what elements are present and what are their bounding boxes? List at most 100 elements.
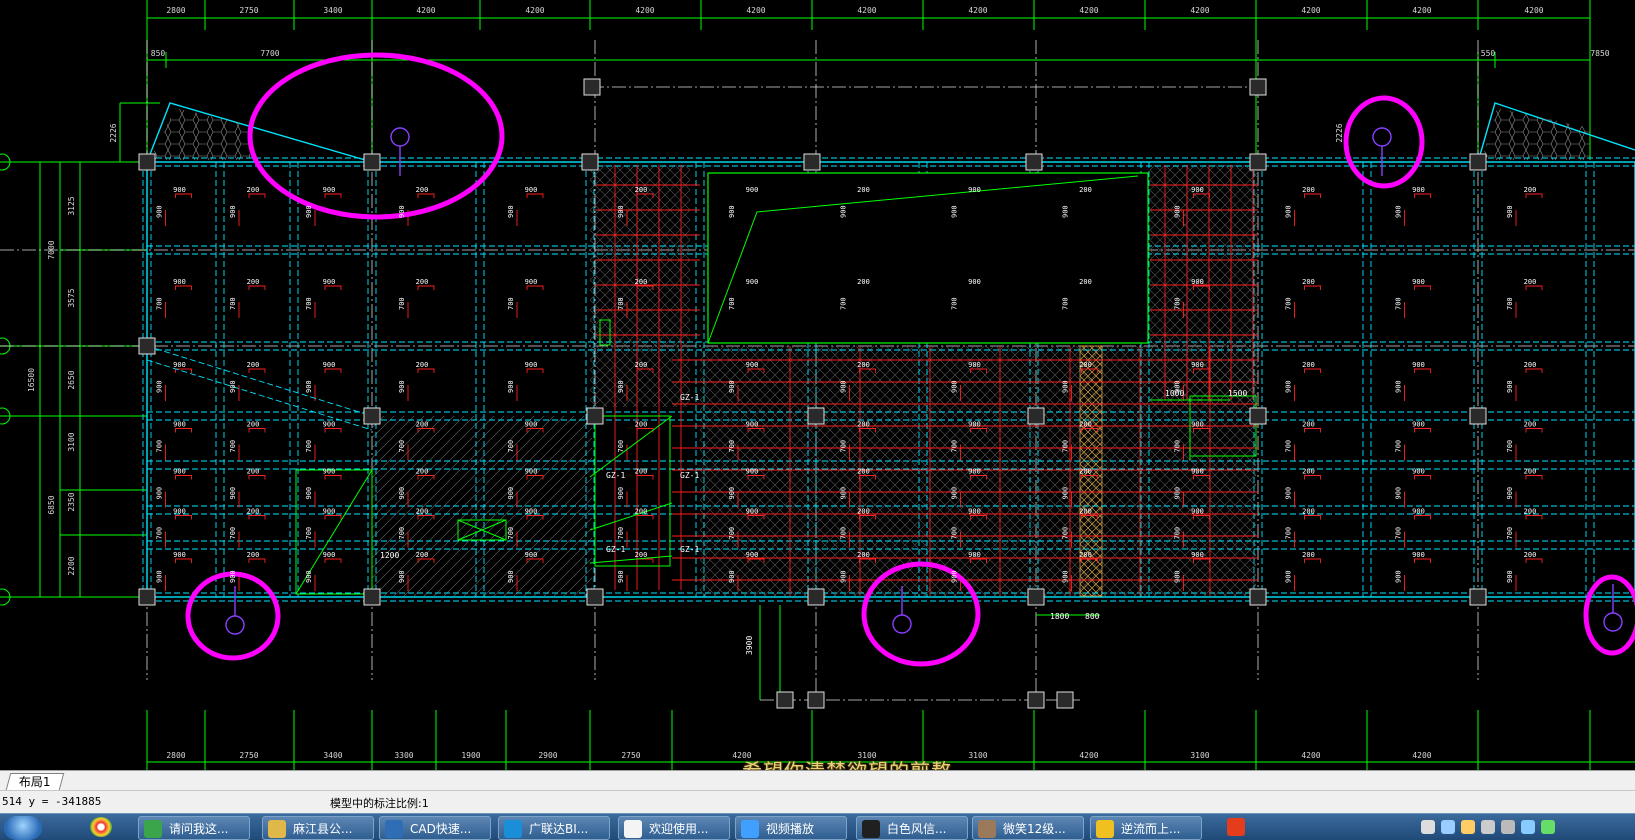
power-icon[interactable] (1541, 820, 1555, 834)
taskbar-item-7[interactable]: 微笑12级... (972, 816, 1084, 840)
hatch-hex-right (1482, 108, 1590, 160)
bottom-dim-0: 2800 (166, 751, 185, 760)
beam-label-v: 700 (617, 440, 625, 453)
bottom-dim-6: 2750 (621, 751, 640, 760)
label-gz1-b: GZ-1 (606, 471, 625, 480)
beam-label-v: 900 (1395, 570, 1403, 583)
beam-label-v: 700 (1285, 297, 1293, 310)
beam-label-v: 700 (728, 297, 736, 310)
beam-label-v: 900 (840, 570, 848, 583)
floor-plan-drawing[interactable]: 2800 2750 3400 4200 4200 4200 4200 4200 4200 4200… (0, 0, 1635, 770)
sogou-icon[interactable] (1227, 818, 1245, 836)
beam-label-v: 700 (1174, 297, 1182, 310)
beam-label-h: 200 (1302, 508, 1315, 516)
beam-label-v: 700 (840, 527, 848, 540)
left-dim-3: 3100 (67, 432, 76, 451)
left-small-dim-0: 2226 (109, 123, 118, 142)
beam-label-v: 700 (1506, 440, 1514, 453)
beam-label-v: 700 (1062, 527, 1070, 540)
top-dim-10: 4200 (1190, 6, 1209, 15)
taskbar-item-label: 视频播放 (766, 822, 815, 836)
beam-label-h: 900 (968, 508, 981, 516)
beam-label-h: 900 (1412, 186, 1425, 194)
taskbar-item-5[interactable]: 视频播放 (735, 816, 847, 840)
beam-label-v: 700 (305, 440, 313, 453)
column-0 (138, 153, 156, 171)
top-dimension-text: 2800 2750 3400 4200 4200 4200 4200 4200 4200 4200… (151, 6, 1610, 58)
taskbar-item-0[interactable]: 请问我这... (138, 816, 250, 840)
beam-label-v: 900 (1174, 205, 1182, 218)
start-button[interactable] (4, 816, 42, 840)
cloud-icon[interactable] (1421, 820, 1435, 834)
beam-label-h: 200 (1524, 508, 1537, 516)
column-5 (1249, 153, 1267, 171)
beam-label-h: 200 (857, 508, 870, 516)
beam-label-v: 700 (398, 440, 406, 453)
beam-label-v: 900 (728, 487, 736, 500)
taskbar-item-1[interactable]: 麻江县公... (262, 816, 374, 840)
beam-label-h: 900 (1191, 508, 1204, 516)
beam-label-h: 900 (525, 421, 538, 429)
volume-icon[interactable] (1461, 820, 1475, 834)
beam-label-h: 900 (525, 551, 538, 559)
chrome-icon[interactable] (90, 817, 112, 837)
security-icon[interactable] (1521, 820, 1535, 834)
app-icon (624, 820, 642, 838)
top-sub-dim-3: 7850 (1590, 49, 1609, 58)
taskbar-item-4[interactable]: 欢迎使用... (618, 816, 730, 840)
taskbar-item-6[interactable]: 白色风信... (856, 816, 968, 840)
taskbar-item-label: 欢迎使用... (649, 822, 709, 836)
taskbar-item-label: 麻江县公... (293, 822, 353, 836)
beam-label-h: 200 (416, 361, 429, 369)
beam-label-v: 700 (1395, 297, 1403, 310)
network-icon[interactable] (1441, 820, 1455, 834)
bottom-dim-12: 4200 (1301, 751, 1320, 760)
sun-icon[interactable] (1481, 820, 1495, 834)
beam-label-v: 700 (617, 297, 625, 310)
beam-label-h: 200 (1524, 421, 1537, 429)
tab-layout1[interactable]: 布局1 (5, 773, 64, 790)
taskbar-item-3[interactable]: 广联达BI... (498, 816, 610, 840)
top-sub-dim-1: 7700 (260, 49, 279, 58)
beam-label-v: 900 (1062, 205, 1070, 218)
beam-label-v: 900 (229, 570, 237, 583)
beam-label-h: 900 (525, 186, 538, 194)
top-dim-13: 4200 (1524, 6, 1543, 15)
column-3 (803, 153, 821, 171)
beam-label-h: 200 (1079, 421, 1092, 429)
beam-label-v: 700 (305, 527, 313, 540)
taskbar-item-2[interactable]: CAD快速... (379, 816, 491, 840)
beam-label-v: 700 (951, 440, 959, 453)
beam-label-h: 900 (968, 468, 981, 476)
beam-label-h: 200 (1079, 508, 1092, 516)
taskbar-item-label: 微笑12级... (1003, 822, 1066, 836)
beam-label-h: 200 (635, 421, 648, 429)
column-14 (138, 588, 156, 606)
app-icon (144, 820, 162, 838)
beam-label-v: 900 (840, 380, 848, 393)
top-dim-8: 4200 (968, 6, 987, 15)
label-1200: 1200 (380, 551, 399, 560)
beam-label-h: 900 (1412, 551, 1425, 559)
beam-label-h: 200 (416, 551, 429, 559)
beam-label-h: 200 (247, 468, 260, 476)
beam-label-h: 200 (635, 361, 648, 369)
label-1800: 1800 (1050, 612, 1069, 621)
cad-drawing-canvas[interactable]: 2800 2750 3400 4200 4200 4200 4200 4200 4200 4200… (0, 0, 1635, 770)
beam-label-v: 700 (507, 440, 515, 453)
beam-label-v: 900 (1395, 487, 1403, 500)
left-dim-2: 2650 (67, 370, 76, 389)
beam-label-h: 900 (1412, 361, 1425, 369)
column-24 (807, 691, 825, 709)
bottom-dim-4: 1900 (461, 751, 480, 760)
beam-label-v: 900 (951, 570, 959, 583)
thermometer-icon[interactable] (1501, 820, 1515, 834)
app-icon (504, 820, 522, 838)
taskbar-item-8[interactable]: 逆流而上... (1090, 816, 1202, 840)
beam-label-h: 900 (525, 508, 538, 516)
beam-label-v: 700 (840, 440, 848, 453)
beam-label-v: 700 (229, 527, 237, 540)
windows-taskbar: 请问我这... 麻江县公... CAD快速... 广联达BI... 欢迎使用... 视频播… (0, 813, 1635, 840)
taskbar-item-label: 逆流而上... (1121, 822, 1181, 836)
beam-label-h: 900 (323, 278, 336, 286)
